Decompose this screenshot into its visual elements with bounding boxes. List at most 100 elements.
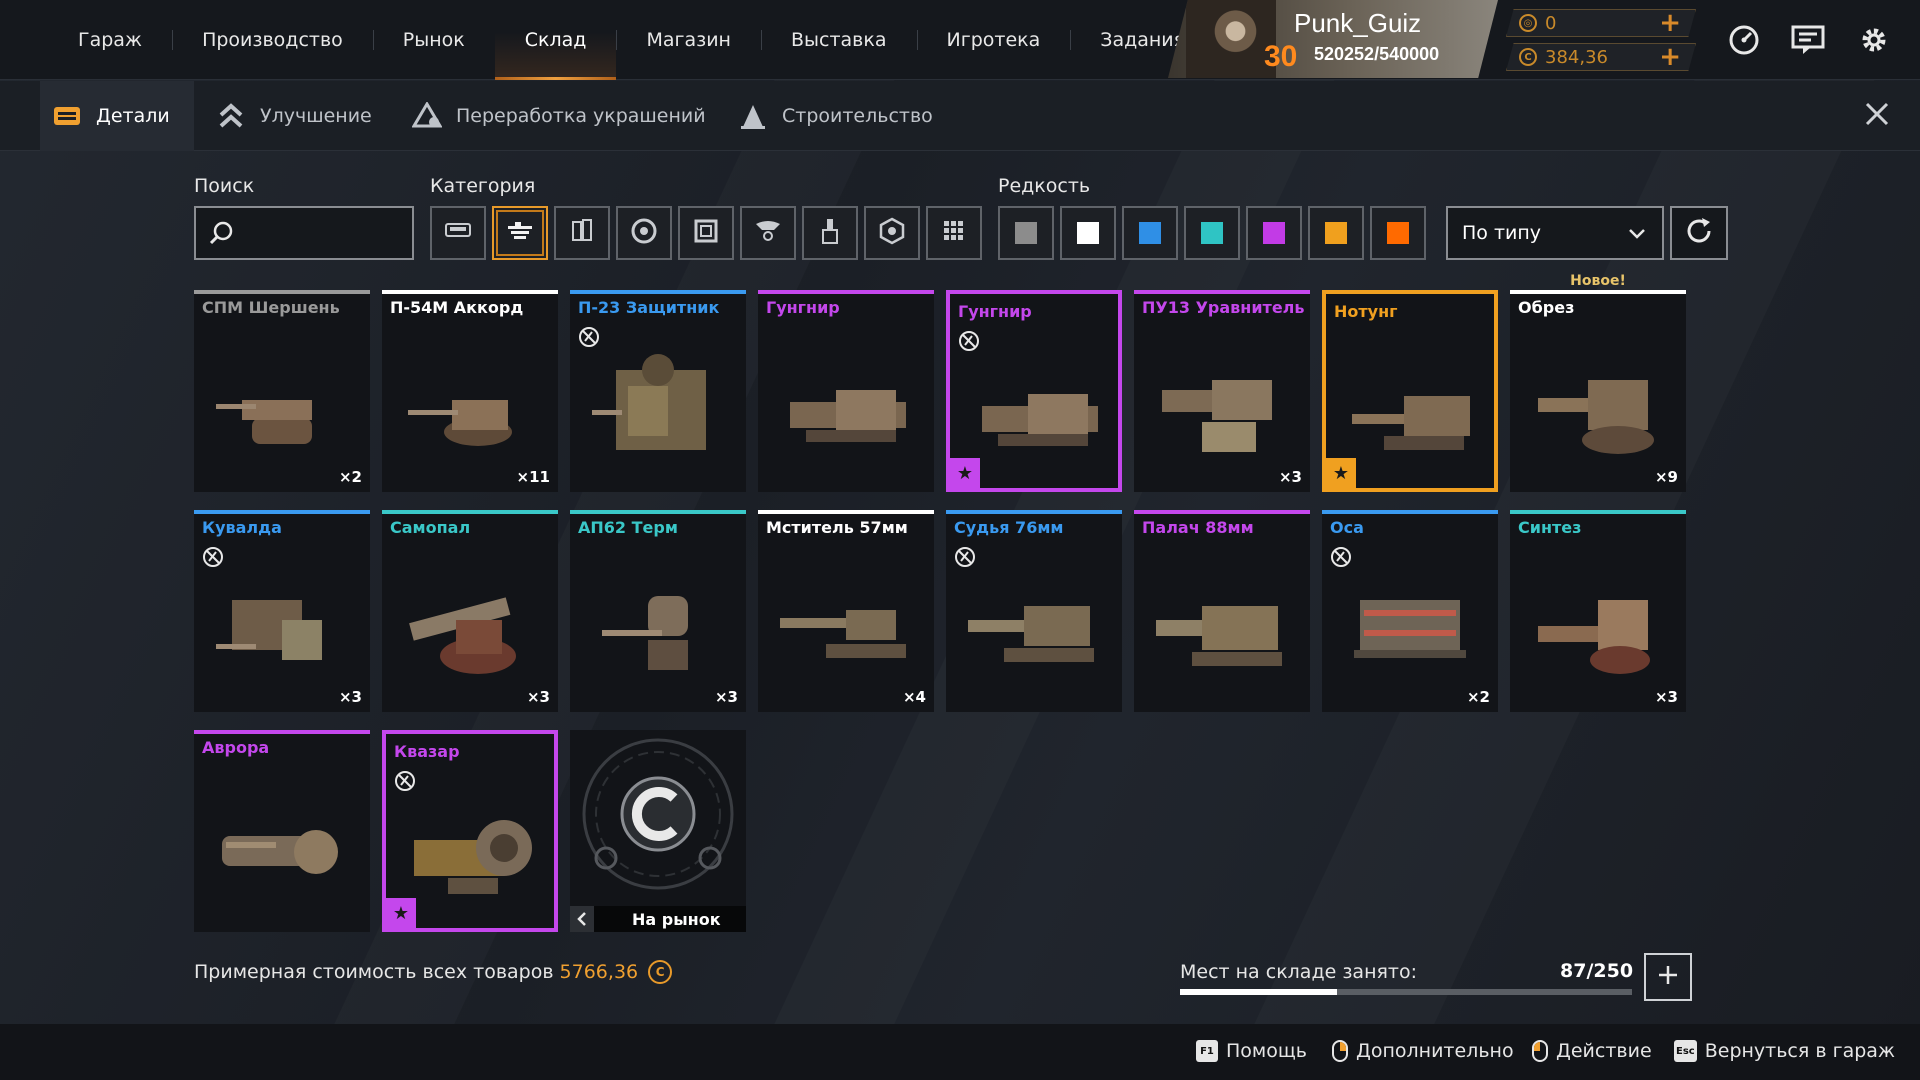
- tab-details-label: Детали: [96, 105, 170, 127]
- item-card[interactable]: Мститель 57мм ×4: [758, 510, 934, 712]
- resource-icon: [877, 216, 907, 250]
- top-bar: Гараж Производство Рынок Склад Магазин Выстав…: [0, 0, 1920, 80]
- category-filter-module[interactable]: [554, 206, 610, 260]
- category-filter-cabin[interactable]: [430, 206, 486, 260]
- rarity-stripe: [1134, 510, 1310, 514]
- item-card[interactable]: Кувалда ×3: [194, 510, 370, 712]
- sort-dropdown[interactable]: По типу: [1446, 206, 1664, 260]
- item-card[interactable]: АП62 Терм ×3: [570, 510, 746, 712]
- market-emblem-icon: [582, 738, 734, 890]
- action-hint[interactable]: Действие: [1532, 1040, 1652, 1062]
- speedometer-icon[interactable]: [1726, 22, 1762, 58]
- new-badge: Новое!: [1570, 273, 1626, 289]
- category-filter-resource[interactable]: [864, 206, 920, 260]
- rarity-filter-6[interactable]: [1370, 206, 1426, 260]
- rarity-filter-5[interactable]: [1308, 206, 1364, 260]
- left-mouse-icon: [1532, 1040, 1548, 1062]
- player-profile[interactable]: Punk_Guiz 30 520252/540000: [1168, 0, 1498, 78]
- coin-icon: C: [1519, 48, 1537, 66]
- close-icon[interactable]: [1860, 97, 1894, 131]
- item-card[interactable]: Нотунг ★: [1322, 290, 1498, 492]
- rarity-stripe: [1510, 290, 1686, 294]
- item-card[interactable]: Синтез ×3: [1510, 510, 1686, 712]
- no-craft-icon: [954, 546, 976, 568]
- item-card[interactable]: Гунгнир: [758, 290, 934, 492]
- item-card[interactable]: ПУ13 Уравнитель ×3: [1134, 290, 1310, 492]
- nav-item-0[interactable]: Гараж: [48, 0, 172, 80]
- search-field[interactable]: [194, 206, 414, 260]
- rarity-label: Редкость: [998, 175, 1091, 197]
- nav-item-4[interactable]: Магазин: [616, 0, 761, 80]
- add-currency-primary-button[interactable]: +: [1659, 10, 1681, 36]
- tab-recycle-decor-label: Переработка украшений: [456, 105, 706, 127]
- item-card[interactable]: Гунгнир ★: [946, 290, 1122, 492]
- recycle-icon: [412, 101, 442, 131]
- no-craft-icon: [578, 326, 600, 348]
- item-card[interactable]: П-23 Защитник: [570, 290, 746, 492]
- item-card[interactable]: Судья 76мм: [946, 510, 1122, 712]
- item-name: СПМ Шершень: [202, 298, 340, 317]
- reset-filters-button[interactable]: [1670, 206, 1728, 260]
- rarity-swatch: [1015, 222, 1037, 244]
- rarity-filter-2[interactable]: [1122, 206, 1178, 260]
- category-filter-decor[interactable]: [740, 206, 796, 260]
- tab-construction[interactable]: Строительство: [738, 81, 933, 151]
- item-card[interactable]: Самопал ×3: [382, 510, 558, 712]
- category-filter-weapon[interactable]: [492, 206, 548, 260]
- search-input[interactable]: [240, 218, 400, 248]
- expand-storage-button[interactable]: [1644, 953, 1692, 1001]
- rarity-filter-4[interactable]: [1246, 206, 1302, 260]
- no-craft-icon: [202, 546, 224, 568]
- storage-progress-bar: [1180, 989, 1632, 995]
- item-card[interactable]: Оса ×2: [1322, 510, 1498, 712]
- item-count: ×3: [714, 688, 738, 706]
- item-name: Кувалда: [202, 518, 282, 537]
- refresh-icon: [1683, 215, 1715, 251]
- item-card[interactable]: Аврора: [194, 730, 370, 932]
- item-card[interactable]: СПМ Шершень ×2: [194, 290, 370, 492]
- item-count: ×4: [902, 688, 926, 706]
- item-name: Нотунг: [1334, 302, 1398, 321]
- add-currency-secondary-button[interactable]: +: [1659, 44, 1681, 70]
- nav-item-3[interactable]: Склад: [494, 0, 617, 80]
- rarity-filter-0[interactable]: [998, 206, 1054, 260]
- help-hint[interactable]: F1 Помощь: [1196, 1040, 1307, 1062]
- nav-item-5[interactable]: Выставка: [760, 0, 917, 80]
- paint-brush-icon: [815, 216, 845, 250]
- sell-on-market-card[interactable]: На рынок: [570, 730, 746, 932]
- player-username: Punk_Guiz: [1294, 8, 1422, 38]
- item-card[interactable]: Палач 88мм: [1134, 510, 1310, 712]
- category-filter-grid[interactable]: [926, 206, 982, 260]
- nav-item-1[interactable]: Производство: [172, 0, 373, 80]
- messages-icon[interactable]: [1790, 22, 1826, 58]
- weapon-image: [404, 784, 544, 904]
- rarity-filter-3[interactable]: [1184, 206, 1240, 260]
- sub-tabs: Детали Улучшение Переработка украшений С…: [0, 81, 1920, 151]
- tab-recycle-decor[interactable]: Переработка украшений: [412, 81, 706, 151]
- item-name: П-54М Аккорд: [390, 298, 524, 317]
- esc-key-icon: Esc: [1674, 1040, 1697, 1062]
- back-to-garage-label: Вернуться в гараж: [1704, 1040, 1896, 1062]
- item-name: Палач 88мм: [1142, 518, 1254, 537]
- rarity-filter-1[interactable]: [1060, 206, 1116, 260]
- item-name: Квазар: [394, 742, 460, 761]
- category-filter-wheel[interactable]: [616, 206, 672, 260]
- category-filter-paint-brush[interactable]: [802, 206, 858, 260]
- item-card[interactable]: Новое! Обрез ×9: [1510, 273, 1686, 492]
- nav-item-6[interactable]: Игротека: [916, 0, 1071, 80]
- category-filter-frame[interactable]: [678, 206, 734, 260]
- tab-details[interactable]: Детали: [40, 81, 194, 151]
- rarity-stripe: [194, 730, 370, 734]
- tab-upgrade[interactable]: Улучшение: [216, 81, 372, 151]
- item-card[interactable]: Квазар ★: [382, 730, 558, 932]
- back-to-garage-hint[interactable]: Esc Вернуться в гараж: [1674, 1040, 1895, 1062]
- nav-item-2[interactable]: Рынок: [372, 0, 495, 80]
- coin-icon: C: [648, 960, 673, 984]
- settings-icon[interactable]: [1856, 22, 1892, 58]
- search-label: Поиск: [194, 175, 255, 197]
- rarity-stripe: [1322, 510, 1498, 514]
- item-card[interactable]: П-54М Аккорд ×11: [382, 290, 558, 492]
- more-hint[interactable]: Дополнительно: [1332, 1040, 1514, 1062]
- estimated-value-amount: 5766,36: [559, 961, 639, 983]
- item-name: ПУ13 Уравнитель: [1142, 298, 1305, 317]
